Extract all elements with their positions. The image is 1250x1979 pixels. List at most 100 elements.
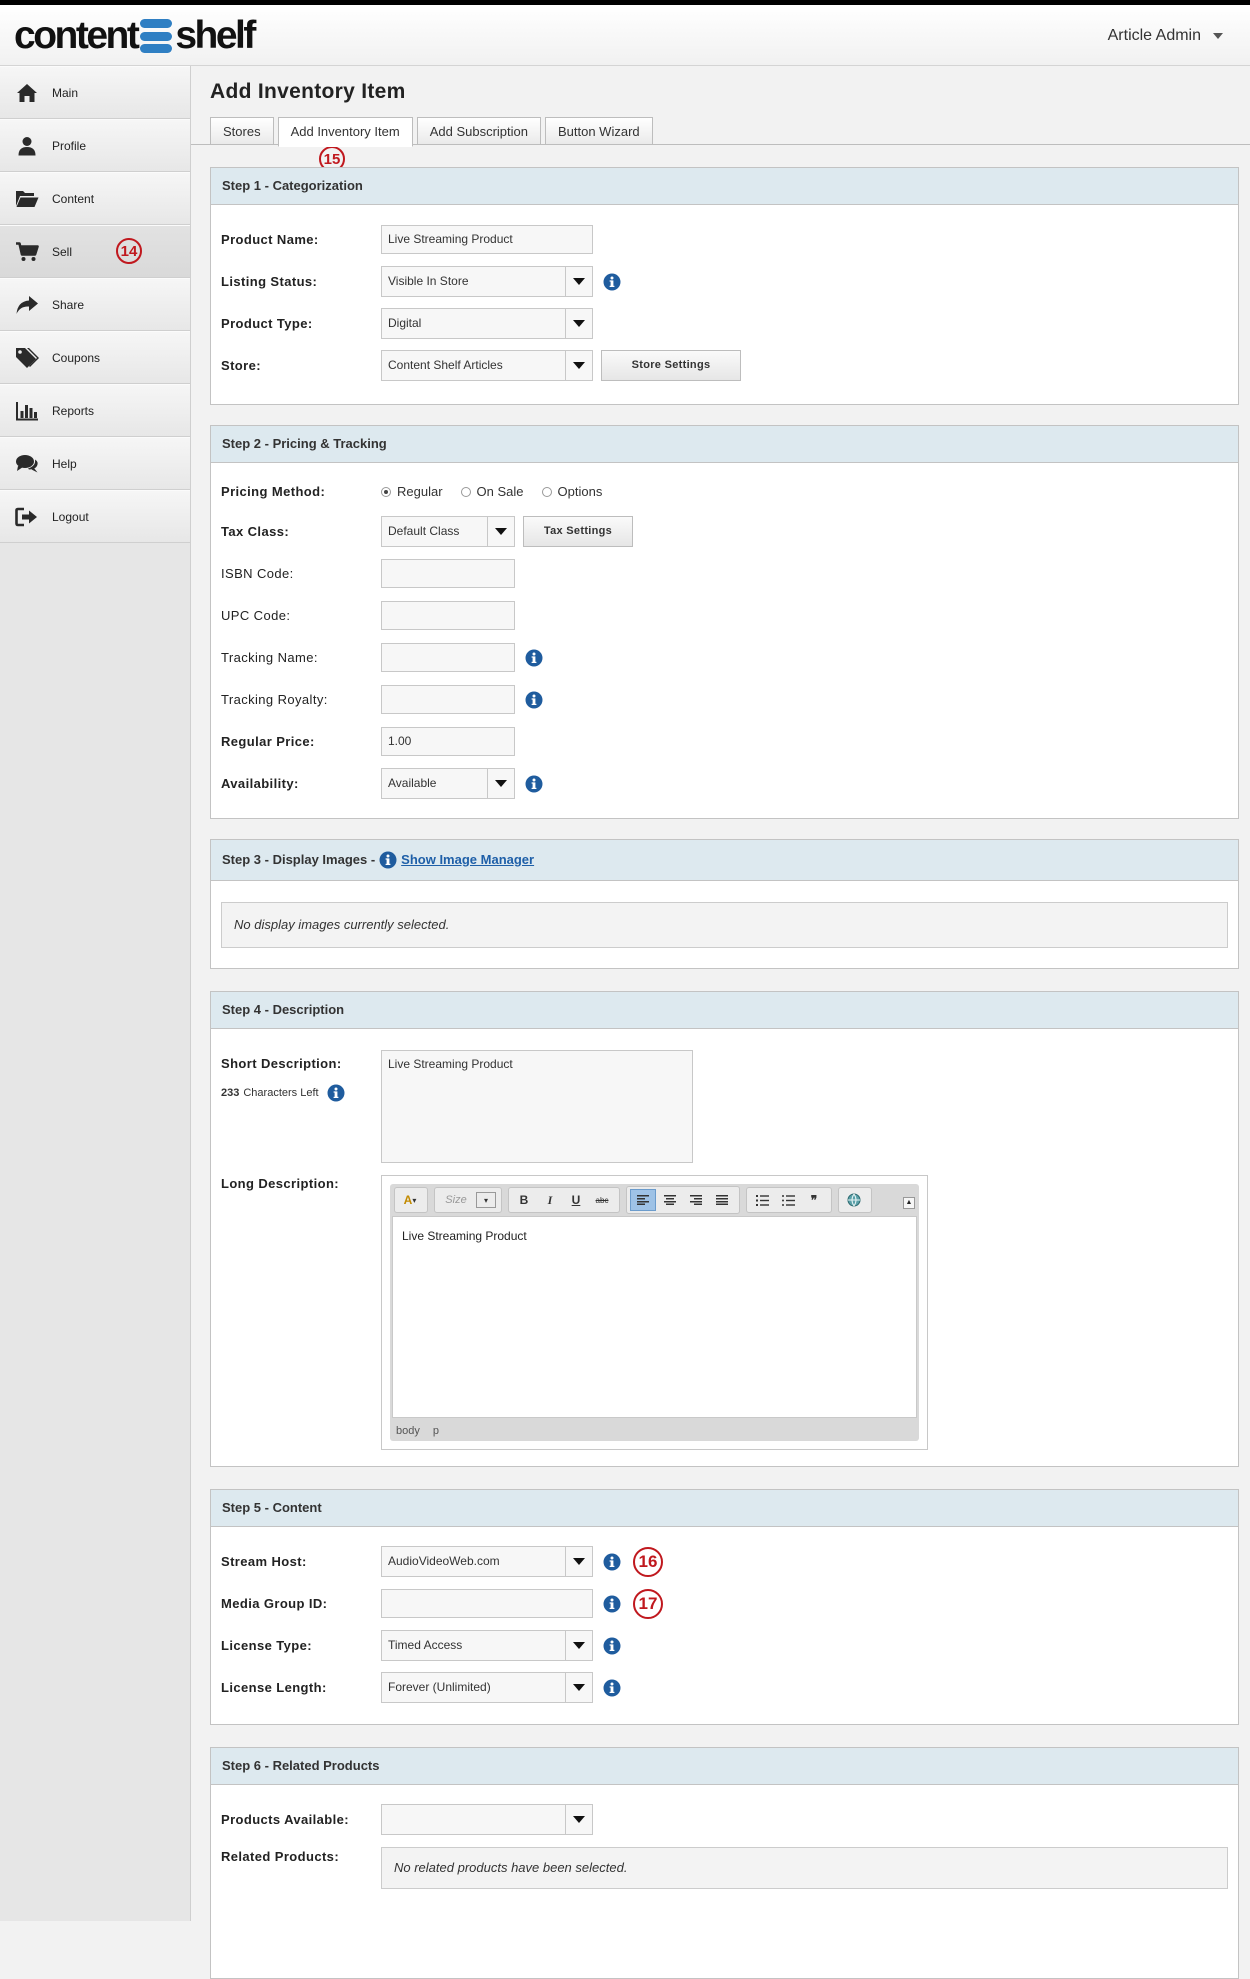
product-name-label: Product Name: [221, 232, 319, 247]
toolbar-group-align [626, 1186, 740, 1214]
step4-panel: Step 4 - Description Short Description: … [210, 991, 1239, 1467]
step3-title: Step 3 - Display Images - [222, 852, 376, 867]
align-justify-icon[interactable] [710, 1190, 734, 1210]
characters-left: 233 Characters Left [221, 1084, 345, 1102]
chevron-down-icon [565, 1805, 592, 1834]
step1-header: Step 1 - Categorization [211, 168, 1238, 205]
sidebar-item-label: Help [52, 456, 77, 471]
sidebar-item-sell[interactable]: Sell 14 [0, 225, 190, 278]
strikethrough-icon[interactable]: abc [590, 1190, 614, 1210]
bullet-list-icon[interactable] [776, 1190, 800, 1210]
license-type-label: License Type: [221, 1638, 312, 1653]
license-length-select[interactable]: Forever (Unlimited) [381, 1672, 593, 1703]
sidebar-item-reports[interactable]: Reports [0, 384, 190, 437]
toolbar-group-source [838, 1187, 872, 1213]
pricing-radio-options[interactable]: Options [541, 484, 602, 499]
info-icon[interactable] [525, 649, 543, 667]
info-icon[interactable] [379, 851, 397, 869]
info-icon[interactable] [525, 691, 543, 709]
page-title: Add Inventory Item [210, 80, 406, 103]
collapse-toolbar-icon[interactable]: ▲ [903, 1197, 915, 1209]
font-color-icon[interactable]: A ▾ [398, 1190, 422, 1210]
sidebar-item-help[interactable]: Help [0, 437, 190, 490]
upc-input[interactable] [381, 601, 515, 630]
pricing-radio-regular[interactable]: Regular [381, 484, 443, 499]
sidebar-item-label: Sell [52, 244, 73, 259]
store-label: Store: [221, 358, 261, 373]
media-group-input[interactable] [381, 1589, 593, 1618]
tracking-name-row: Tracking Name: [221, 642, 543, 673]
product-type-label: Product Type: [221, 316, 313, 331]
step5-header: Step 5 - Content [211, 1490, 1238, 1527]
step5-panel: Step 5 - Content Stream Host: AudioVideo… [210, 1489, 1239, 1725]
tab-add-subscription[interactable]: Add Subscription [416, 117, 541, 144]
short-description-row: Short Description: [221, 1048, 381, 1079]
rich-text-editor: A ▾ Size ▾ B I U abc ❞ ▲ Live Streaming … [381, 1175, 928, 1450]
step4-header: Step 4 - Description [211, 992, 1238, 1029]
align-center-icon[interactable] [658, 1190, 682, 1210]
info-icon[interactable] [603, 1553, 621, 1571]
editor-content[interactable]: Live Streaming Product [392, 1216, 917, 1418]
align-left-icon[interactable] [630, 1189, 656, 1211]
sidebar-item-main[interactable]: Main [0, 66, 190, 119]
blockquote-icon[interactable]: ❞ [802, 1190, 826, 1210]
store-select[interactable]: Content Shelf Articles [381, 350, 593, 381]
tracking-royalty-input[interactable] [381, 685, 515, 714]
sidebar-item-label: Profile [52, 138, 87, 153]
font-size-select[interactable]: Size [438, 1190, 474, 1210]
ordered-list-icon[interactable] [750, 1190, 774, 1210]
tab-stores[interactable]: Stores [210, 117, 274, 144]
store-settings-button[interactable]: Store Settings [601, 350, 741, 381]
pricing-radio-on-sale[interactable]: On Sale [460, 484, 524, 499]
stream-host-row: Stream Host: AudioVideoWeb.com 16 [221, 1546, 663, 1577]
callout-marker: 16 [633, 1546, 663, 1577]
tab-add-inventory-item[interactable]: Add Inventory Item [277, 117, 413, 147]
products-available-select[interactable] [381, 1804, 593, 1835]
tab-button-wizard[interactable]: Button Wizard [544, 117, 653, 144]
license-length-label: License Length: [221, 1680, 327, 1695]
info-icon[interactable] [525, 775, 543, 793]
show-image-manager-link[interactable]: Show Image Manager [401, 840, 534, 880]
sidebar-item-logout[interactable]: Logout [0, 490, 190, 543]
tax-settings-button[interactable]: Tax Settings [523, 516, 633, 547]
logo-word-left: content [14, 14, 140, 57]
tracking-name-label: Tracking Name: [221, 650, 318, 665]
products-available-row: Products Available: [221, 1804, 593, 1835]
info-icon[interactable] [603, 273, 621, 291]
related-products-label: Related Products: [221, 1849, 340, 1864]
sidebar-item-share[interactable]: Share [0, 278, 190, 331]
isbn-label: ISBN Code: [221, 566, 294, 581]
size-dropdown-icon[interactable]: ▾ [476, 1192, 496, 1208]
isbn-row: ISBN Code: [221, 558, 515, 589]
sidebar-item-coupons[interactable]: Coupons [0, 331, 190, 384]
characters-left-count: 233 [221, 1087, 240, 1099]
license-type-value: Timed Access [388, 1638, 463, 1652]
user-menu[interactable]: Article Admin [1108, 27, 1223, 45]
listing-status-select[interactable]: Visible In Store [381, 266, 593, 297]
underline-icon[interactable]: U [564, 1190, 588, 1210]
license-type-select[interactable]: Timed Access [381, 1630, 593, 1661]
status-path-p[interactable]: p [433, 1425, 439, 1437]
product-name-input[interactable]: Live Streaming Product [381, 225, 593, 254]
status-path-body[interactable]: body [396, 1425, 420, 1437]
tax-class-select[interactable]: Default Class [381, 516, 515, 547]
sidebar-item-profile[interactable]: Profile [0, 119, 190, 172]
info-icon[interactable] [327, 1084, 345, 1102]
tracking-name-input[interactable] [381, 643, 515, 672]
info-icon[interactable] [603, 1637, 621, 1655]
availability-select[interactable]: Available [381, 768, 515, 799]
info-icon[interactable] [603, 1679, 621, 1697]
isbn-input[interactable] [381, 559, 515, 588]
source-html-icon[interactable] [842, 1190, 866, 1210]
logo[interactable]: content shelf [14, 13, 256, 59]
align-right-icon[interactable] [684, 1190, 708, 1210]
sidebar-item-content[interactable]: Content [0, 172, 190, 225]
bold-icon[interactable]: B [512, 1190, 536, 1210]
step2-panel: Step 2 - Pricing & Tracking Pricing Meth… [210, 425, 1239, 819]
regular-price-input[interactable]: 1.00 [381, 727, 515, 756]
italic-icon[interactable]: I [538, 1190, 562, 1210]
short-description-textarea[interactable]: Live Streaming Product [381, 1050, 693, 1163]
product-type-select[interactable]: Digital [381, 308, 593, 339]
info-icon[interactable] [603, 1595, 621, 1613]
stream-host-select[interactable]: AudioVideoWeb.com [381, 1546, 593, 1577]
